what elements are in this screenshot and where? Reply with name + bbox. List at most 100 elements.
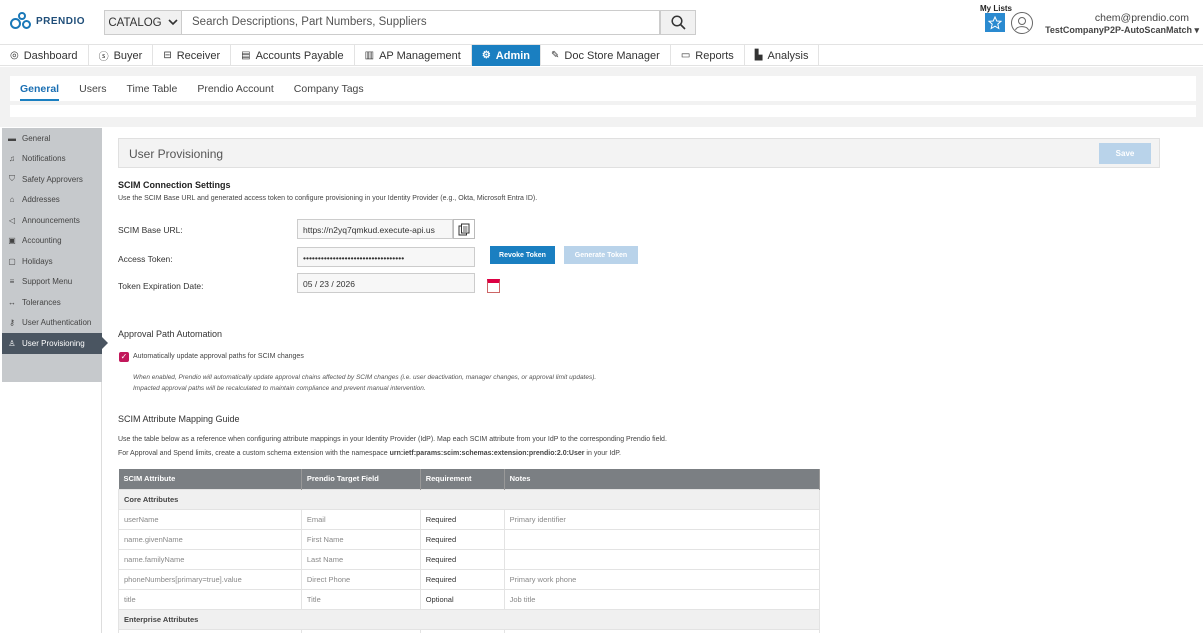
- chart-icon: ▙: [754, 50, 763, 61]
- table-group-row: Enterprise Attributes: [118, 608, 820, 630]
- sidebar-item-announcements[interactable]: ◁ Announcements: [2, 210, 102, 231]
- search-input[interactable]: Search Descriptions, Part Numbers, Suppl…: [182, 10, 660, 35]
- menu-icon: ≡: [9, 277, 15, 287]
- admin-sidebar: ▬ General ♫ Notifications ⛉ Safety Approver…: [2, 128, 108, 382]
- tolerance-icon: ↔: [8, 297, 16, 307]
- box-icon: ⊟: [163, 50, 172, 61]
- generate-token-button[interactable]: Generate Token: [564, 246, 638, 264]
- tab-time-table[interactable]: Time Table: [117, 76, 188, 101]
- nav-dashboard[interactable]: ◎ Dashboard: [0, 45, 89, 66]
- table-header-row: SCIM Attribute Prendio Target Field Requ…: [118, 469, 821, 489]
- group-name: Core Attributes: [118, 488, 820, 510]
- sidebar-item-support-menu[interactable]: ≡ Support Menu: [2, 272, 102, 293]
- sidebar-item-tolerances[interactable]: ↔ Tolerances: [2, 292, 102, 313]
- table-cell: phoneNumbers[primary=true].value: [118, 568, 302, 590]
- sidebar-item-label: Addresses: [22, 195, 60, 205]
- dollar-icon: ⓢ: [98, 52, 109, 63]
- scim-section-description: Use the SCIM Base URL and generated acce…: [118, 195, 538, 202]
- base-url-label: SCIM Base URL:: [118, 225, 183, 235]
- nav-label: AP Management: [379, 49, 461, 62]
- revoke-token-button[interactable]: Revoke Token: [490, 246, 555, 264]
- sidebar-item-general[interactable]: ▬ General: [2, 128, 102, 149]
- search-icon: [670, 15, 686, 30]
- mapping-section-title: SCIM Attribute Mapping Guide: [118, 414, 240, 424]
- nav-buyer[interactable]: ⓢ Buyer: [89, 45, 154, 66]
- nav-admin[interactable]: ⚙ Admin: [471, 45, 542, 66]
- table-row: userName Email Required Primary identifi…: [118, 508, 821, 530]
- tab-general[interactable]: General: [10, 76, 69, 101]
- tab-users[interactable]: Users: [69, 76, 116, 101]
- copy-url-button[interactable]: [453, 219, 475, 239]
- sidebar-item-label: General: [22, 133, 51, 143]
- table-cell: Primary identifier: [503, 508, 821, 530]
- access-token-field[interactable]: ••••••••••••••••••••••••••••••••••: [297, 247, 475, 267]
- report-icon: ▭: [680, 50, 691, 61]
- table-cell: [503, 548, 821, 570]
- sidebar-item-addresses[interactable]: ⌂ Addresses: [2, 190, 102, 211]
- my-lists-button[interactable]: [985, 13, 1005, 32]
- home-icon: ⌂: [9, 195, 15, 205]
- sidebar-blank: [2, 382, 102, 633]
- user-company-name: TestCompanyP2P-AutoScanMatch: [1045, 25, 1192, 35]
- approval-section-title: Approval Path Automation: [118, 329, 223, 339]
- table-cell: [118, 628, 302, 633]
- logo-mark-icon: [10, 10, 32, 32]
- dashboard-icon: ◎: [10, 50, 19, 61]
- calendar-icon[interactable]: [487, 279, 500, 293]
- nav-label: Receiver: [176, 49, 221, 62]
- sidebar-item-label: Tolerances: [22, 297, 61, 307]
- table-cell: First Name: [300, 528, 421, 550]
- nav-label: Doc Store Manager: [564, 49, 660, 62]
- nav-ap-management[interactable]: ▥ AP Management: [355, 45, 472, 66]
- user-avatar-icon[interactable]: [1011, 12, 1033, 34]
- sidebar-item-label: Safety Approvers: [22, 174, 83, 184]
- approval-note-2: Impacted approval paths will be recalcul…: [133, 385, 426, 392]
- my-lists-label: My Lists: [980, 4, 1013, 13]
- sidebar-item-holidays[interactable]: ▢ Holidays: [2, 251, 102, 272]
- sidebar-item-safety-approvers[interactable]: ⛉ Safety Approvers: [2, 169, 102, 190]
- mapping-desc-2: For Approval and Spend limits, create a …: [118, 450, 621, 457]
- table-cell: title: [118, 588, 302, 610]
- nav-reports[interactable]: ▭ Reports: [671, 45, 745, 66]
- auto-update-checkbox[interactable]: ✓: [119, 352, 129, 362]
- tab-prendio-account[interactable]: Prendio Account: [187, 76, 283, 101]
- nav-receiver[interactable]: ⊟ Receiver: [153, 45, 232, 66]
- bell-icon: ♫: [9, 154, 15, 164]
- sidebar-item-notifications[interactable]: ♫ Notifications: [2, 149, 102, 170]
- nav-analysis[interactable]: ▙ Analysis: [745, 45, 820, 66]
- search-button[interactable]: [660, 10, 696, 35]
- user-email: chem@prendio.com: [1094, 12, 1189, 24]
- nav-label: Dashboard: [23, 49, 78, 62]
- sidebar-item-label: User Provisioning: [22, 338, 85, 348]
- catalog-dropdown[interactable]: CATALOG: [104, 10, 182, 35]
- nav-label: Analysis: [767, 49, 809, 62]
- table-cell: Primary work phone: [503, 568, 821, 590]
- user-company-menu[interactable]: TestCompanyP2P-AutoScanMatch ▾: [1045, 25, 1199, 36]
- admin-subtabs: General Users Time Table Prendio Account…: [10, 76, 1196, 101]
- table-cell: [503, 528, 821, 550]
- ledger-icon: ▣: [8, 236, 16, 246]
- sidebar-item-label: Announcements: [22, 215, 80, 225]
- user-provision-icon: ♙: [8, 338, 16, 348]
- sidebar-item-user-authentication[interactable]: ⚷ User Authentication: [2, 313, 102, 334]
- nav-label: Buyer: [113, 49, 143, 62]
- prendio-logo[interactable]: PRENDIO: [10, 10, 85, 32]
- mapping-desc-1: Use the table below as a reference when …: [118, 436, 667, 443]
- base-url-field[interactable]: https://n2yq7qmkud.execute-api.us: [297, 219, 453, 239]
- table-row: title Title Optional Job title: [118, 588, 821, 610]
- megaphone-icon: ◁: [8, 215, 16, 225]
- table-cell: [503, 628, 821, 633]
- save-button[interactable]: Save: [1099, 143, 1151, 164]
- tab-company-tags[interactable]: Company Tags: [284, 76, 374, 101]
- pen-icon: ✎: [551, 50, 560, 61]
- sidebar-item-label: User Authentication: [22, 318, 92, 328]
- nav-accounts-payable[interactable]: ▤ Accounts Payable: [231, 45, 355, 66]
- nav-doc-store-manager[interactable]: ✎ Doc Store Manager: [541, 45, 671, 66]
- approval-note-1: When enabled, Prendio will automatically…: [133, 374, 597, 381]
- table-cell: Last Name: [300, 548, 421, 570]
- sidebar-item-user-provisioning[interactable]: ♙ User Provisioning: [2, 333, 108, 354]
- expiration-date-field[interactable]: 05 / 23 / 2026: [297, 273, 475, 293]
- sidebar-item-accounting[interactable]: ▣ Accounting: [2, 231, 102, 252]
- main-nav: ◎ Dashboard ⓢ Buyer ⊟ Receiver ▤ Accounts Pa…: [0, 45, 1203, 66]
- table-row: [118, 628, 821, 633]
